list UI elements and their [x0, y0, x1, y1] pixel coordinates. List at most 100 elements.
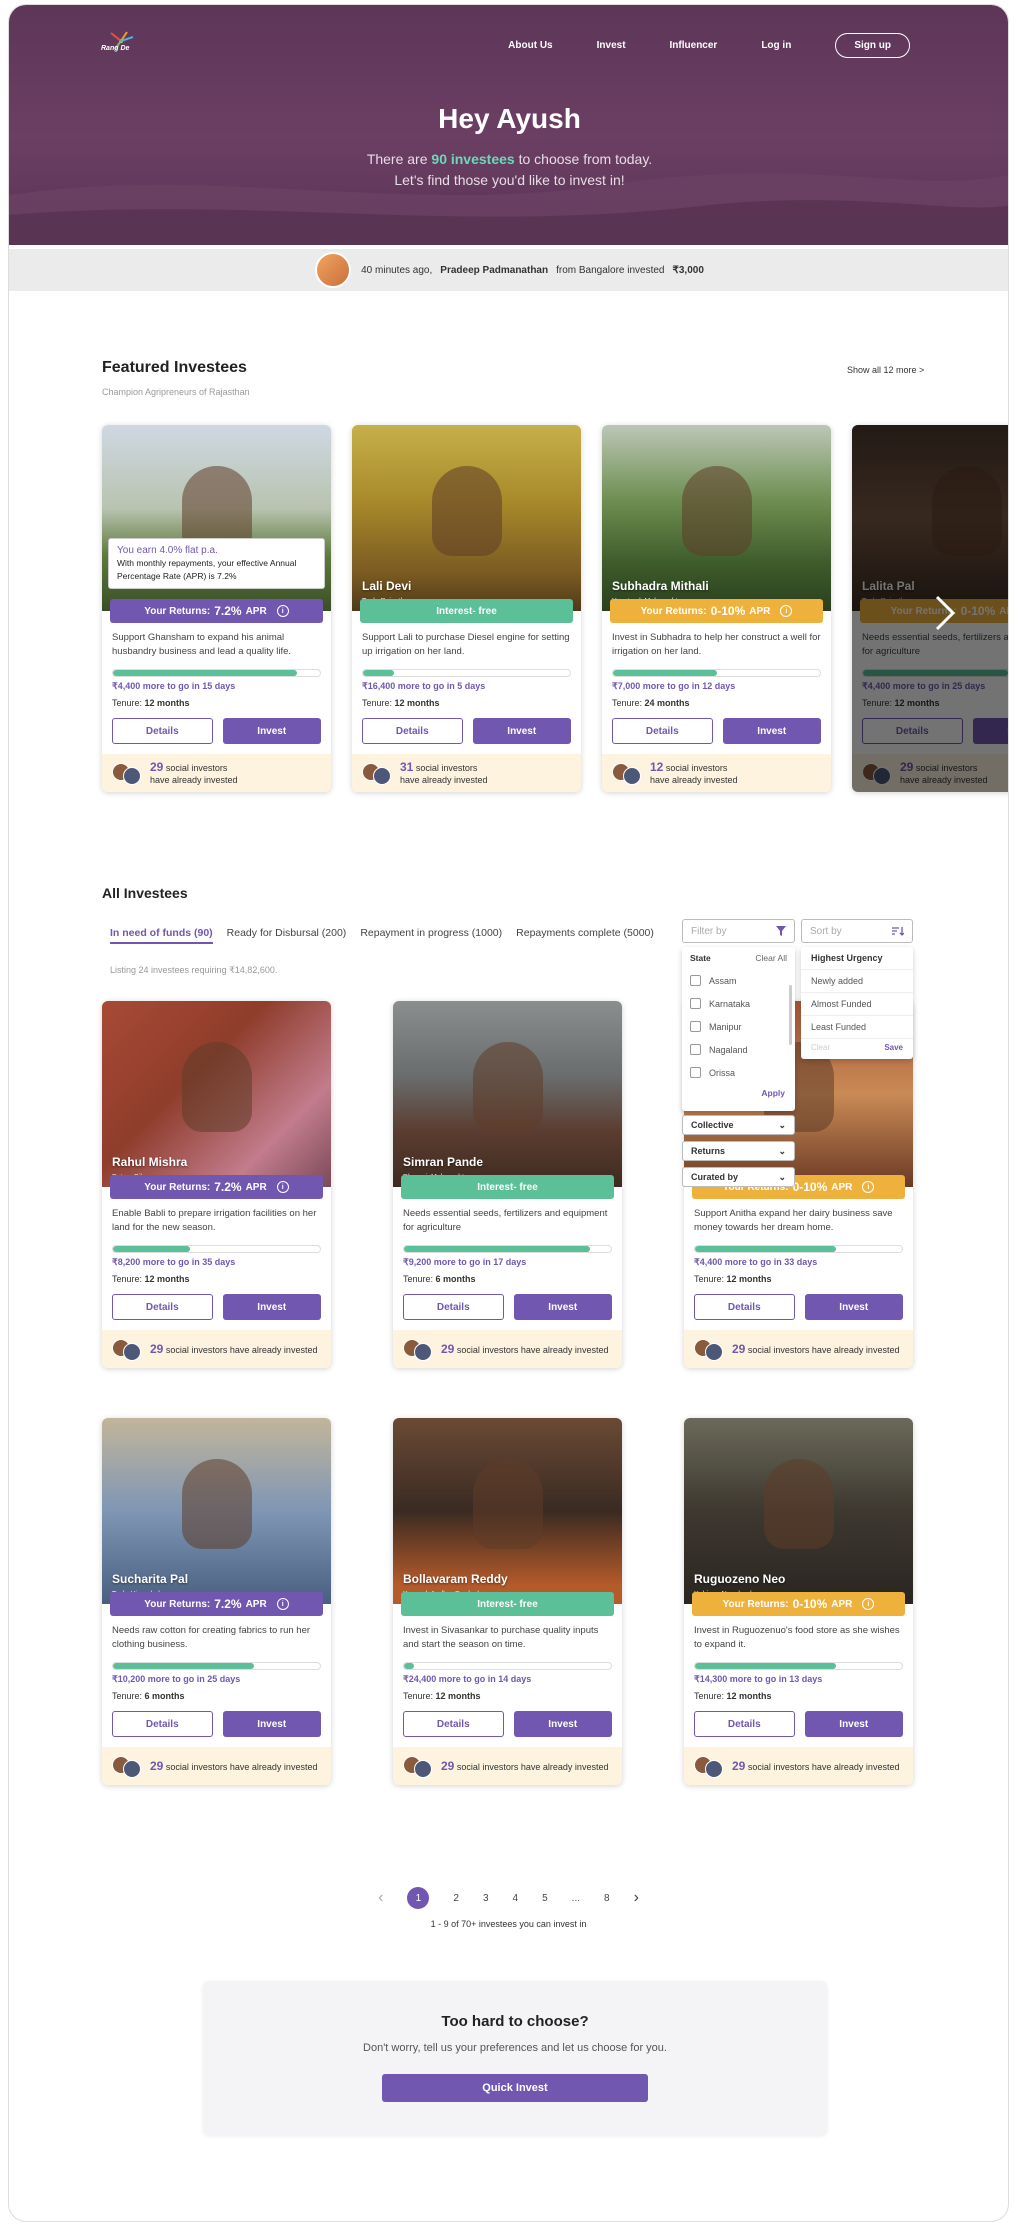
investee-card[interactable]: Ruguozeno NeoKohima, NagalandYour Return…: [684, 1418, 913, 1785]
tab-need-funds[interactable]: In need of funds (90): [110, 927, 213, 944]
investee-photo[interactable]: Lali DeviTonk, Rajasthan: [352, 425, 581, 611]
investee-name: Rahul Mishra: [112, 1155, 188, 1169]
ticker-investor-name: Pradeep Padmanathan: [440, 264, 549, 276]
show-all-link[interactable]: Show all 12 more >: [847, 365, 924, 375]
info-icon[interactable]: i: [276, 1598, 289, 1610]
returns-label: Interest- free: [436, 605, 497, 617]
investor-text: social investors have already invested: [456, 1344, 609, 1355]
page-number[interactable]: ...: [572, 1893, 580, 1904]
quick-invest-button[interactable]: Quick Invest: [382, 2074, 648, 2102]
invest-button[interactable]: Invest: [722, 718, 821, 744]
state-checkbox[interactable]: Orissa: [682, 1061, 795, 1084]
funding-progress-fill: [113, 670, 298, 676]
info-icon[interactable]: i: [862, 1598, 875, 1610]
investee-card[interactable]: Bollavaram ReddyKurnool, Andhra Pradesh I…: [393, 1418, 622, 1785]
carousel-next-icon[interactable]: [933, 593, 957, 633]
social-investors: 29 social investors have already investe…: [102, 1747, 331, 1785]
sort-option[interactable]: Almost Funded: [801, 993, 913, 1016]
state-checkbox[interactable]: Assam: [682, 969, 795, 992]
nav-login[interactable]: Log in: [761, 40, 791, 51]
investee-photo[interactable]: Ruguozeno NeoKohima, Nagaland: [684, 1418, 913, 1604]
nav-about-us[interactable]: About Us: [508, 40, 552, 51]
state-checkbox[interactable]: Karnataka: [682, 992, 795, 1015]
checkbox-icon[interactable]: [690, 998, 701, 1009]
nav-influencer[interactable]: Influencer: [670, 40, 718, 51]
details-button[interactable]: Details: [403, 1294, 504, 1320]
sort-option[interactable]: Least Funded: [801, 1016, 913, 1039]
checkbox-icon[interactable]: [690, 1021, 701, 1032]
prev-page-icon[interactable]: ‹: [378, 1889, 383, 1907]
info-icon[interactable]: i: [780, 605, 793, 617]
page-number[interactable]: 8: [604, 1893, 610, 1904]
investee-card[interactable]: Rahul MishraPatna, BiharYour Returns:7.2…: [102, 1001, 331, 1368]
filter-dropdown[interactable]: Filter by: [682, 919, 795, 943]
page-number[interactable]: 1: [407, 1887, 430, 1909]
investee-photo[interactable]: Simran PandeDharavi, Maharashtra: [393, 1001, 622, 1187]
investee-portrait: [763, 1458, 834, 1549]
checkbox-icon[interactable]: [690, 1044, 701, 1055]
signup-button[interactable]: Sign up: [835, 33, 910, 58]
sort-dropdown[interactable]: Sort by: [801, 919, 913, 943]
sort-save-button[interactable]: Save: [884, 1043, 903, 1052]
apply-filter-button[interactable]: Apply: [682, 1084, 795, 1102]
returns-filter[interactable]: Returns ⌄: [682, 1141, 795, 1161]
invest-button[interactable]: Invest: [472, 718, 571, 744]
details-button[interactable]: Details: [112, 1711, 213, 1737]
checkbox-icon[interactable]: [690, 1067, 701, 1078]
invest-button[interactable]: Invest: [222, 1294, 321, 1320]
details-button[interactable]: Details: [694, 1294, 795, 1320]
avatar: [623, 767, 641, 785]
page-number[interactable]: 4: [513, 1893, 519, 1904]
page-number[interactable]: 3: [483, 1893, 489, 1904]
tab-repayment-progress[interactable]: Repayment in progress (1000): [360, 927, 502, 944]
details-button[interactable]: Details: [362, 718, 463, 744]
invest-button[interactable]: Invest: [222, 1711, 321, 1737]
details-button[interactable]: Details: [112, 1294, 213, 1320]
info-icon[interactable]: i: [862, 1181, 875, 1193]
sort-option[interactable]: Newly added: [801, 970, 913, 993]
investee-photo[interactable]: Subhadra MithaliYavatmal, Maharashtra: [602, 425, 831, 611]
invest-button[interactable]: Invest: [804, 1711, 903, 1737]
details-button[interactable]: Details: [694, 1711, 795, 1737]
checkbox-icon[interactable]: [690, 975, 701, 986]
nav-invest[interactable]: Invest: [597, 40, 626, 51]
funding-progress-fill: [113, 1246, 190, 1252]
tenure-label: Tenure:: [362, 698, 393, 708]
investee-photo[interactable]: Rahul MishraPatna, Bihar: [102, 1001, 331, 1187]
pagination: ‹ 1 2 3 4 5... 8 ›: [9, 1887, 1008, 1909]
invest-button[interactable]: Invest: [513, 1711, 612, 1737]
clear-all-link[interactable]: Clear All: [755, 953, 787, 963]
funding-progress-bar: [362, 669, 571, 677]
state-checkbox[interactable]: Manipur: [682, 1015, 795, 1038]
page-number[interactable]: 5: [542, 1893, 548, 1904]
next-page-icon[interactable]: ›: [634, 1889, 639, 1907]
info-icon[interactable]: i: [276, 605, 289, 617]
curated-by-filter[interactable]: Curated by ⌄: [682, 1167, 795, 1187]
sort-clear-button[interactable]: Clear: [811, 1043, 830, 1052]
tab-ready-disbursal[interactable]: Ready for Disbursal (200): [227, 927, 347, 944]
state-checkbox[interactable]: Nagaland: [682, 1038, 795, 1061]
investee-card[interactable]: You earn 4.0% flat p.a. With monthly repa…: [102, 425, 331, 792]
invest-button[interactable]: Invest: [804, 1294, 903, 1320]
investee-card[interactable]: Lalita PalTosh, RajasthanYour Returns:0-…: [852, 425, 1008, 792]
investee-photo[interactable]: Sucharita PalTosh, Himachal: [102, 1418, 331, 1604]
filter-scrollbar[interactable]: [789, 985, 792, 1045]
sort-option[interactable]: Highest Urgency: [801, 947, 913, 970]
details-button[interactable]: Details: [112, 718, 213, 744]
page-number[interactable]: 2: [453, 1893, 459, 1904]
investee-card[interactable]: Simran PandeDharavi, MaharashtraInterest…: [393, 1001, 622, 1368]
sort-options-panel: Highest Urgency Newly added Almost Funded L…: [801, 947, 913, 1059]
tenure-label: Tenure:: [612, 698, 643, 708]
invest-button[interactable]: Invest: [513, 1294, 612, 1320]
investee-card[interactable]: Lali DeviTonk, RajasthanInterest- free Su…: [352, 425, 581, 792]
investee-card[interactable]: Sucharita PalTosh, HimachalYour Returns:…: [102, 1418, 331, 1785]
details-button[interactable]: Details: [612, 718, 713, 744]
info-icon[interactable]: i: [276, 1181, 289, 1193]
tab-repayments-complete[interactable]: Repayments complete (5000): [516, 927, 654, 944]
investee-photo[interactable]: Bollavaram ReddyKurnool, Andhra Pradesh: [393, 1418, 622, 1604]
collective-filter[interactable]: Collective ⌄: [682, 1115, 795, 1135]
invest-button[interactable]: Invest: [222, 718, 321, 744]
details-button[interactable]: Details: [403, 1711, 504, 1737]
investee-card[interactable]: Subhadra MithaliYavatmal, MaharashtraYou…: [602, 425, 831, 792]
sort-placeholder: Sort by: [810, 925, 842, 937]
